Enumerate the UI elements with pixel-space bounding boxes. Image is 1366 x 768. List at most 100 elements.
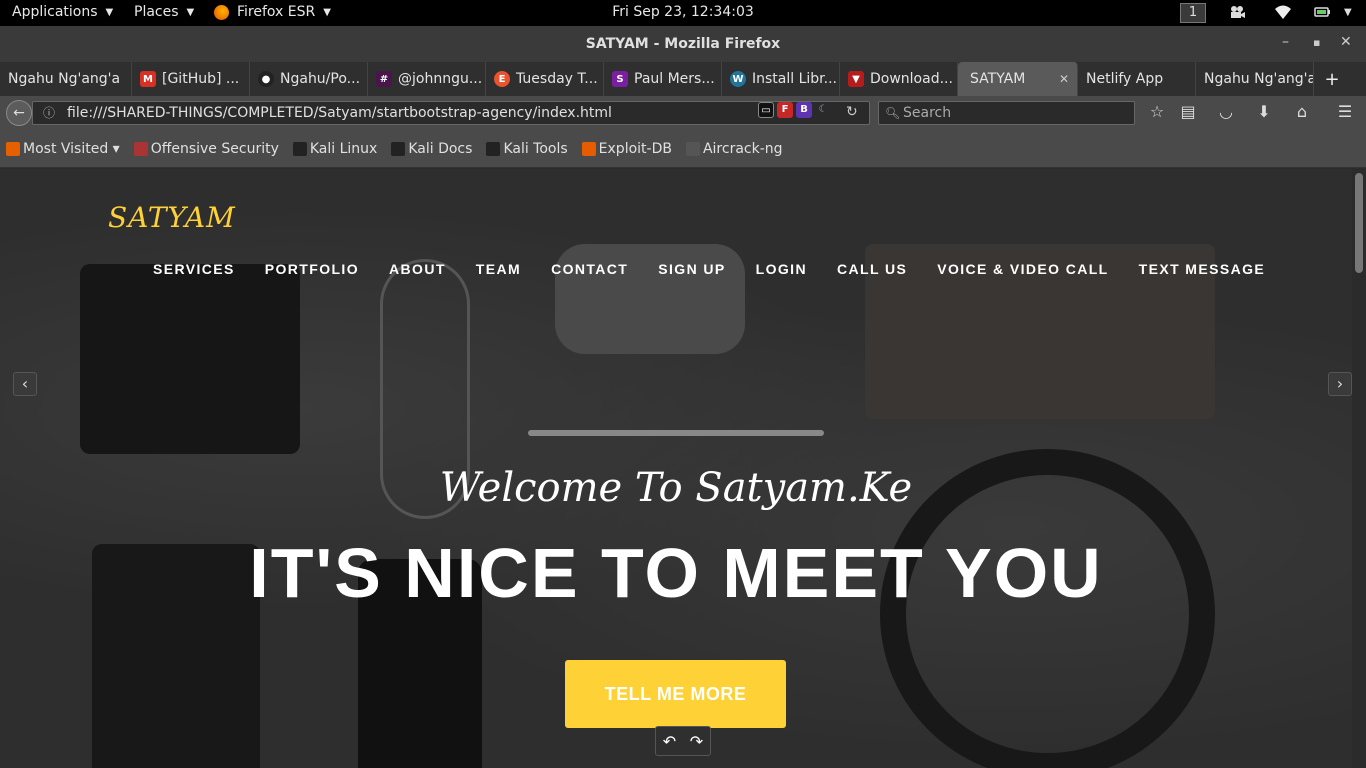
bookmark-label: Offensive Security <box>150 140 279 157</box>
system-menu-caret-icon[interactable]: ▼ <box>1344 7 1352 18</box>
bookmark-label: Aircrack-ng <box>702 140 783 157</box>
scrollbar-thumb[interactable] <box>1355 173 1363 273</box>
exploit-db-icon <box>581 141 596 156</box>
tab-tuesday[interactable]: E Tuesday T... <box>486 62 604 96</box>
tab-strip: Ngahu Ng'ang'a M [GitHub] ... ● Ngahu/Po… <box>0 62 1366 96</box>
carousel-next-chevron-icon[interactable]: › <box>1328 372 1352 396</box>
tab-label: @johnngu... <box>398 71 483 87</box>
workspace-indicator[interactable]: 1 <box>1180 3 1206 23</box>
hamburger-menu-icon[interactable]: ☰ <box>1333 102 1357 121</box>
bookmark-aircrack[interactable]: Aircrack-ng <box>685 140 783 157</box>
nav-sign-up[interactable]: SIGN UP <box>643 261 740 277</box>
tab-ngahu-1[interactable]: Ngahu Ng'ang'a <box>0 62 132 96</box>
nav-portfolio[interactable]: PORTFOLIO <box>250 261 374 277</box>
offsec-icon <box>133 141 148 156</box>
system-top-bar: Applications ▼ Places ▼ Firefox ESR ▼ Fri S… <box>0 0 1366 26</box>
back-arrow-icon[interactable]: ← <box>6 100 32 126</box>
url-bar[interactable]: ⓘ file:///SHARED-THINGS/COMPLETED/Satyam… <box>32 101 870 125</box>
bookmarks-toolbar: Most Visited ▾ Offensive Security Kali L… <box>0 130 1366 168</box>
undo-redo-controls: ↶ ↷ <box>655 726 711 756</box>
tab-label: Install Libr... <box>752 71 837 87</box>
tab-label: Tuesday T... <box>516 71 598 87</box>
site-brand[interactable]: SATYAM <box>108 201 236 234</box>
reading-list-icon[interactable]: ▤ <box>1176 102 1200 121</box>
tab-paul[interactable]: S Paul Mers... <box>604 62 722 96</box>
nav-about[interactable]: ABOUT <box>374 261 461 277</box>
window-title: SATYAM - Mozilla Firefox <box>585 36 781 52</box>
home-icon[interactable]: ⌂ <box>1290 102 1314 121</box>
tab-label: Ngahu/Po... <box>280 71 361 87</box>
github-icon: ● <box>258 71 274 87</box>
addon-moon-icon[interactable]: ☾ <box>815 102 831 118</box>
tab-close-icon[interactable]: ✕ <box>1051 72 1069 86</box>
e-icon: E <box>494 71 510 87</box>
undo-arrow-icon[interactable]: ↶ <box>663 732 676 751</box>
intro-main-heading: IT'S NICE TO MEET YOU <box>249 534 1103 612</box>
folder-icon <box>6 141 20 156</box>
wordpress-icon: W <box>730 71 746 87</box>
aircrack-icon <box>685 141 700 156</box>
intro-lead-heading: Welcome To Satyam.Ke <box>439 465 913 511</box>
bookmark-kali-tools[interactable]: Kali Tools <box>486 140 568 157</box>
bookmark-kali-docs[interactable]: Kali Docs <box>391 141 472 157</box>
nav-contact[interactable]: CONTACT <box>536 261 643 277</box>
bookmark-offensive-security[interactable]: Offensive Security <box>133 140 279 157</box>
nav-text-message[interactable]: TEXT MESSAGE <box>1124 261 1280 277</box>
wallet-image <box>80 264 300 454</box>
redo-arrow-icon[interactable]: ↷ <box>690 732 703 751</box>
search-bar[interactable]: 🔍︎ Search <box>878 101 1135 125</box>
web-page: SATYAM SERVICES PORTFOLIO ABOUT TEAM CON… <box>0 169 1352 768</box>
minimize-icon[interactable]: – <box>1282 34 1289 50</box>
addon-screen-icon[interactable]: ▭ <box>758 102 774 118</box>
nav-services[interactable]: SERVICES <box>138 261 250 277</box>
tab-github-repo[interactable]: ● Ngahu/Po... <box>250 62 368 96</box>
kali-dragon-icon <box>292 141 307 156</box>
url-bar-addons: ▭ F B ☾ <box>758 102 831 118</box>
bookmark-label: Exploit-DB <box>598 140 672 157</box>
bookmark-label: Kali Tools <box>503 140 568 157</box>
info-icon[interactable]: ⓘ <box>43 102 55 124</box>
bookmark-most-visited[interactable]: Most Visited ▾ <box>6 141 120 157</box>
bookmark-kali-linux[interactable]: Kali Linux <box>292 140 378 157</box>
download-icon: ▼ <box>848 71 864 87</box>
tab-install[interactable]: W Install Libr... <box>722 62 840 96</box>
new-tab-plus-icon[interactable]: + <box>1314 69 1350 90</box>
carousel-prev-chevron-icon[interactable]: ‹ <box>13 372 37 396</box>
reload-icon[interactable]: ↻ <box>846 104 858 120</box>
addon-f-icon[interactable]: F <box>777 102 793 118</box>
bookmark-label: Kali Docs <box>408 140 473 157</box>
page-scrollbar[interactable] <box>1352 169 1366 768</box>
video-icon[interactable] <box>1228 3 1246 25</box>
bookmark-label: Most Visited ▾ <box>23 140 120 157</box>
tell-me-more-button[interactable]: TELL ME MORE <box>565 660 786 728</box>
downloads-icon[interactable]: ⬇ <box>1252 102 1276 121</box>
gmail-icon: M <box>140 71 156 87</box>
nav-login[interactable]: LOGIN <box>741 261 822 277</box>
tab-label: Paul Mers... <box>634 71 715 87</box>
battery-icon[interactable] <box>1314 3 1332 25</box>
tab-satyam[interactable]: SATYAM ✕ <box>958 62 1078 96</box>
bookmark-exploit-db[interactable]: Exploit-DB <box>581 140 672 157</box>
addon-b-icon[interactable]: B <box>796 102 812 118</box>
bookmark-label: Kali Linux <box>309 140 378 157</box>
search-placeholder: Search <box>903 105 952 121</box>
close-icon[interactable]: ✕ <box>1340 34 1352 50</box>
tab-netlify[interactable]: Netlify App <box>1078 62 1196 96</box>
tab-github-mail[interactable]: M [GitHub] ... <box>132 62 250 96</box>
nav-team[interactable]: TEAM <box>461 261 536 277</box>
maximize-icon[interactable]: ▪ <box>1313 36 1320 49</box>
bookmark-star-icon[interactable]: ☆ <box>1145 102 1169 121</box>
nav-call-us[interactable]: CALL US <box>822 261 922 277</box>
clock[interactable]: Fri Sep 23, 12:34:03 <box>0 4 1366 20</box>
url-text: file:///SHARED-THINGS/COMPLETED/Satyam/s… <box>67 105 612 121</box>
slack-icon: # <box>376 71 392 87</box>
tab-label: [GitHub] ... <box>162 71 240 87</box>
tab-download[interactable]: ▼ Download... <box>840 62 958 96</box>
nav-voice-video-call[interactable]: VOICE & VIDEO CALL <box>922 261 1123 277</box>
kali-dragon-icon <box>486 141 501 156</box>
window-title-bar: SATYAM - Mozilla Firefox – ▪ ✕ <box>0 26 1366 62</box>
tab-slack[interactable]: # @johnngu... <box>368 62 486 96</box>
tab-ngahu-2[interactable]: Ngahu Ng'ang'a <box>1196 62 1314 96</box>
wifi-icon[interactable] <box>1273 3 1293 25</box>
pocket-icon[interactable]: ◡ <box>1214 102 1238 121</box>
